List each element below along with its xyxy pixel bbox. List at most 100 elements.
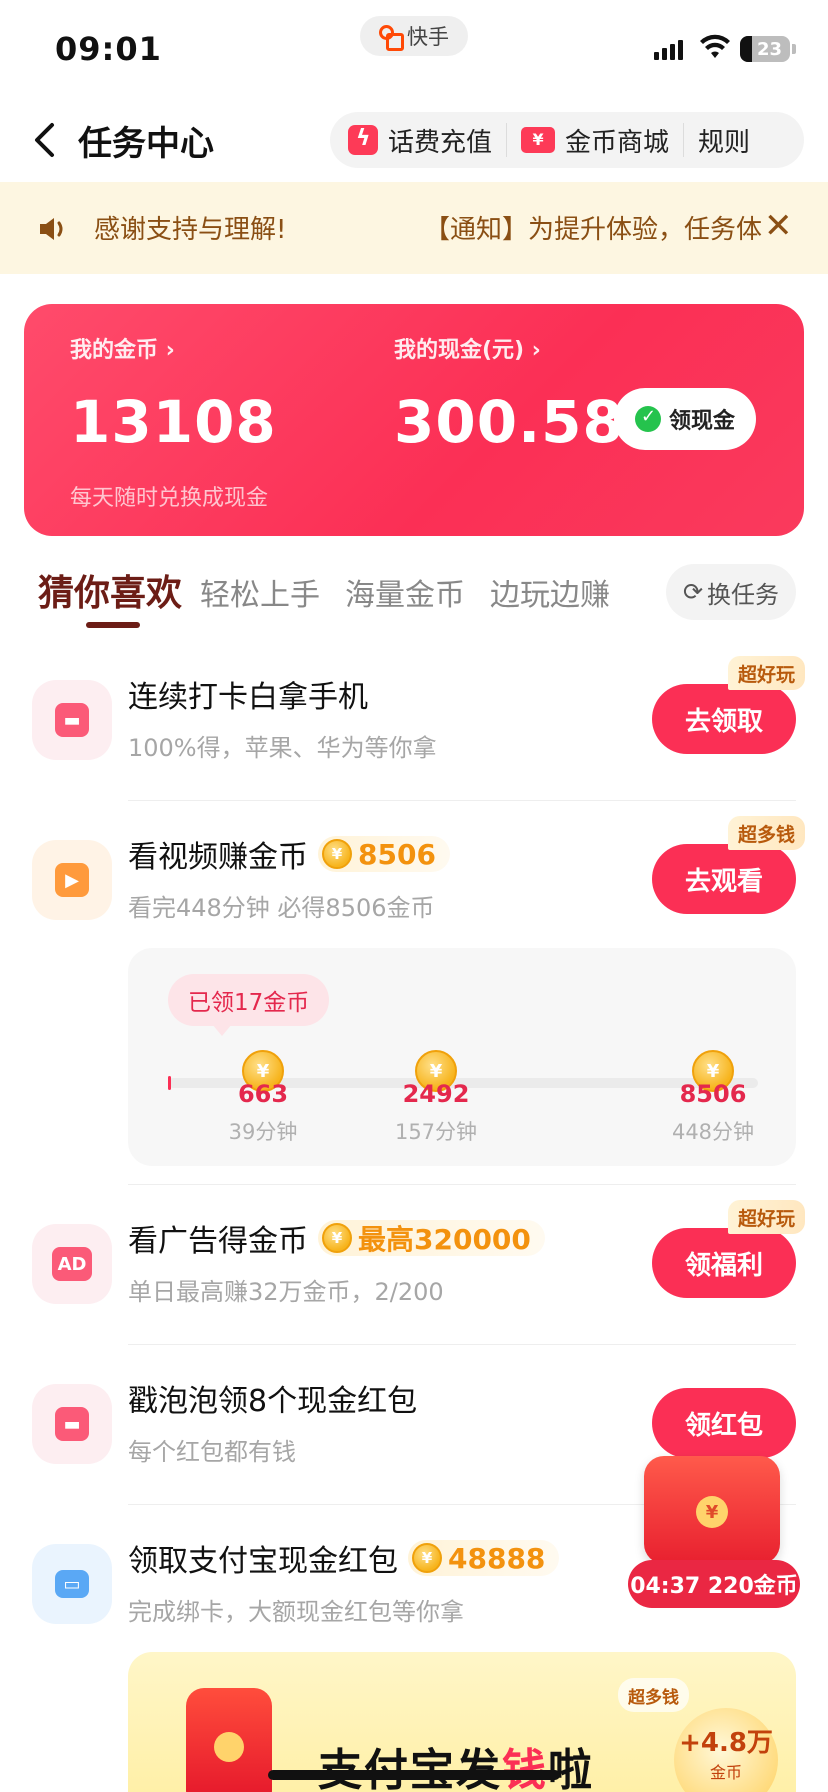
- battery-level: 23: [756, 38, 782, 60]
- coin-reward-value: 48888: [448, 1541, 546, 1575]
- task-subtitle: 100%得，苹果、华为等你拿: [128, 734, 437, 762]
- wifi-icon: [700, 34, 730, 58]
- coin-icon: ¥: [412, 1543, 442, 1573]
- red-envelope-icon: [186, 1688, 272, 1792]
- coin-reward-value: 8506: [358, 837, 436, 871]
- speaker-icon: [40, 218, 63, 240]
- cash-value: 300.58: [394, 388, 624, 456]
- task-item: ▬ 连续打卡白拿手机 100%得，苹果、华为等你拿 去领取 超好玩: [0, 656, 828, 800]
- rules-label: 规则: [698, 127, 751, 158]
- close-icon[interactable]: ✕: [764, 206, 793, 246]
- refresh-icon: ⟳: [682, 578, 704, 606]
- app-indicator[interactable]: 快手: [360, 16, 468, 56]
- phone-recharge-button[interactable]: 话费充值: [348, 112, 492, 168]
- task-icon-container: AD: [32, 1224, 112, 1304]
- my-coins-link[interactable]: 我的金币 ›: [70, 332, 175, 364]
- divider: [128, 1184, 796, 1185]
- coin-icon: ¥: [322, 1223, 352, 1253]
- task-badge: 超好玩: [728, 1200, 806, 1234]
- chevron-right-icon: ›: [165, 338, 175, 363]
- task-title: 戳泡泡领8个现金红包: [128, 1376, 417, 1420]
- ticket-icon: ¥: [521, 127, 556, 153]
- page-title: 任务中心: [78, 124, 214, 164]
- milestone: ¥ 2492 157分钟: [381, 1050, 491, 1146]
- divider: [506, 123, 508, 157]
- banner-prize-badge: +4.8万 金币: [674, 1708, 778, 1792]
- swap-tasks-label: 换任务: [707, 580, 780, 609]
- coin-mall-label: 金币商城: [565, 127, 670, 158]
- lightning-icon: [348, 125, 378, 155]
- banner-title: 支付宝发钱啦: [318, 1734, 594, 1792]
- kuaishou-logo-icon: [379, 25, 404, 51]
- status-bar: 09:01 快手 23: [0, 0, 828, 96]
- claim-button[interactable]: 去领取: [652, 684, 796, 754]
- tab-recommended[interactable]: 猜你喜欢: [38, 564, 182, 616]
- header-actions: 话费充值 ¥ 金币商城 规则: [330, 112, 804, 168]
- task-icon-container: ▬: [32, 1384, 112, 1464]
- video-camera-icon: ▶: [55, 863, 89, 897]
- task-tabs: 猜你喜欢 轻松上手 海量金币 边玩边赚 ⟳ 换任务: [0, 560, 828, 640]
- milestone-coins: 2492: [402, 1080, 470, 1108]
- battery-tip: [792, 44, 796, 54]
- coin-clasp-icon: ¥: [696, 1496, 728, 1528]
- task-subtitle: 完成绑卡，大额现金红包等你拿: [128, 1598, 464, 1626]
- swap-tasks-button[interactable]: ⟳ 换任务: [666, 564, 796, 620]
- red-packet-icon: ¥: [644, 1456, 780, 1564]
- coins-subtext: 每天随时兑换成现金: [70, 486, 269, 511]
- progress-start-marker: [168, 1076, 171, 1090]
- active-tab-indicator: [86, 622, 140, 628]
- cellular-signal-icon: [654, 38, 683, 60]
- task-subtitle: 单日最高赚32万金币，2/200: [128, 1278, 444, 1306]
- task-title: 看视频赚金币 ¥8506: [128, 832, 450, 876]
- watch-button[interactable]: 去观看: [652, 844, 796, 914]
- home-indicator[interactable]: [268, 1770, 560, 1780]
- my-cash-link[interactable]: 我的现金(元) ›: [394, 332, 541, 364]
- task-title: 看广告得金币 ¥ 最高320000: [128, 1216, 545, 1260]
- divider: [128, 1344, 796, 1345]
- back-arrow-icon[interactable]: [30, 122, 60, 158]
- task-subtitle: 看完448分钟 必得8506金币: [128, 894, 435, 922]
- task-icon-container: ▶: [32, 840, 112, 920]
- notice-message[interactable]: 【通知】为提升体验，任务体: [424, 209, 772, 246]
- tab-many-coins[interactable]: 海量金币: [345, 570, 465, 614]
- task-title-text: 看广告得金币: [128, 1224, 308, 1259]
- task-title: 连续打卡白拿手机: [128, 672, 368, 716]
- app-name: 快手: [407, 25, 449, 49]
- task-subtitle: 每个红包都有钱: [128, 1438, 296, 1466]
- coin-icon: ¥: [322, 839, 352, 869]
- tab-easy[interactable]: 轻松上手: [200, 570, 320, 614]
- red-packet-button[interactable]: 领红包: [652, 1388, 796, 1458]
- task-badge: 超好玩: [728, 656, 806, 690]
- task-title: 领取支付宝现金红包 ¥48888: [128, 1536, 560, 1580]
- task-title-text: 看视频赚金币: [128, 840, 308, 875]
- floating-red-packet[interactable]: ¥ 04:37 220金币: [628, 1456, 800, 1626]
- task-icon-container: ▭: [32, 1544, 112, 1624]
- banner-title-pre: 支付宝发: [318, 1745, 502, 1792]
- divider: [128, 800, 796, 801]
- milestone: ¥ 8506 448分钟: [658, 1050, 768, 1146]
- withdraw-cash-button[interactable]: 领现金: [614, 388, 756, 450]
- coin-reward-chip: ¥ 最高320000: [318, 1220, 545, 1256]
- coin-mall-button[interactable]: ¥ 金币商城: [521, 112, 669, 168]
- prize-amount: +4.8万: [679, 1728, 773, 1758]
- tab-play-and-earn[interactable]: 边玩边赚: [490, 570, 610, 614]
- rules-button[interactable]: 规则: [698, 112, 750, 168]
- wechat-pay-icon: [634, 406, 661, 432]
- divider: [683, 123, 685, 157]
- milestone-time: 157分钟: [394, 1120, 478, 1144]
- banner-title-post: 啦: [548, 1745, 594, 1792]
- banner-tag: 超多钱: [618, 1678, 689, 1712]
- card-icon: ▭: [55, 1570, 89, 1598]
- notice-thanks: 感谢支持与理解!: [94, 215, 287, 245]
- video-progress-card: 已领17金币 ¥ 663 39分钟 ¥ 2492 157分钟 ¥ 8506 44…: [128, 948, 796, 1166]
- task-badge: 超多钱: [728, 816, 806, 850]
- wallet-card: 我的金币 › 13108 每天随时兑换成现金 我的现金(元) › 300.58 …: [24, 304, 804, 536]
- my-coins-label: 我的金币: [70, 338, 159, 363]
- battery-icon: 23: [740, 36, 790, 62]
- milestone: ¥ 663 39分钟: [208, 1050, 318, 1146]
- task-item: ▶ 看视频赚金币 ¥8506 看完448分钟 必得8506金币 去观看 超多钱: [0, 816, 828, 960]
- milestone-coins: 663: [237, 1080, 289, 1108]
- benefit-button[interactable]: 领福利: [652, 1228, 796, 1298]
- coin-reward-chip: ¥48888: [408, 1540, 560, 1576]
- milestone-time: 448分钟: [671, 1120, 755, 1144]
